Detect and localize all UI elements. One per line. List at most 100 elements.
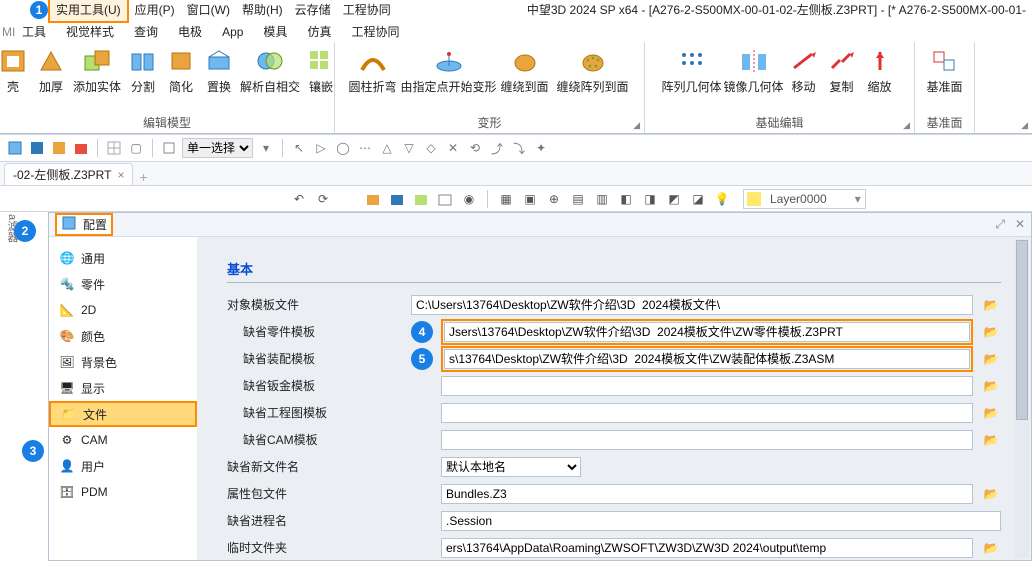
side-pdm[interactable]: 🗄PDM	[49, 479, 197, 505]
sel-newname[interactable]: 默认本地名	[441, 457, 581, 477]
close-icon[interactable]: ×	[117, 168, 124, 182]
select-mode-dropdown[interactable]: 单一选择	[182, 138, 253, 158]
menu2-electrode[interactable]: 电极	[168, 23, 212, 40]
tb4-i6[interactable]: ◧	[617, 190, 635, 208]
in-session[interactable]	[441, 511, 1001, 531]
side-part[interactable]: 🔩零件	[49, 271, 197, 297]
layer-caret-icon[interactable]: ▾	[851, 192, 865, 206]
panel-close-icon[interactable]: ✕	[1015, 217, 1025, 232]
side-file[interactable]: 📁文件	[49, 401, 197, 427]
group-expand-2[interactable]: ◢	[633, 120, 640, 131]
rbn-replace[interactable]: 置换	[203, 46, 235, 95]
side-2d[interactable]: 📐2D	[49, 297, 197, 323]
rbn-thicken[interactable]: 加厚	[35, 46, 67, 95]
tb3-box-icon[interactable]: ▢	[127, 139, 145, 157]
tb3-icon-4[interactable]	[72, 139, 90, 157]
tb4-cube-1[interactable]	[364, 190, 382, 208]
menu-eng-collab[interactable]: 工程协同	[337, 0, 397, 21]
browse-4[interactable]: 📂	[981, 376, 1001, 396]
menu-app[interactable]: 应用(P)	[129, 0, 181, 21]
rbn-move[interactable]: 移动	[788, 46, 820, 95]
rbn-datum-plane[interactable]: 基准面	[924, 46, 966, 95]
tb4-cube-3[interactable]	[412, 190, 430, 208]
menu-help[interactable]: 帮助(H)	[236, 0, 289, 21]
group-expand-1[interactable]: ◢	[1021, 120, 1028, 131]
tb4-sphere-icon[interactable]: ◉	[460, 190, 478, 208]
tb3-icon-3[interactable]	[50, 139, 68, 157]
in-bundle[interactable]	[441, 484, 973, 504]
side-color[interactable]: 🎨颜色	[49, 323, 197, 349]
tb3-dots-icon[interactable]: ⋯	[356, 139, 374, 157]
config-scrollbar[interactable]	[1015, 239, 1029, 558]
side-bgcolor[interactable]: 🖼背景色	[49, 349, 197, 375]
group-expand-3[interactable]: ◢	[903, 120, 910, 131]
in-def-sheetmetal[interactable]	[441, 376, 973, 396]
in-def-cam[interactable]	[441, 430, 973, 450]
rbn-split[interactable]: 分割	[127, 46, 159, 95]
menu2-eng-collab[interactable]: 工程协同	[341, 23, 409, 40]
browse-5[interactable]: 📂	[981, 403, 1001, 423]
menu2-sim[interactable]: 仿真	[297, 23, 341, 40]
in-obj-template[interactable]	[411, 295, 973, 315]
tb3-ring-icon[interactable]: ◯	[334, 139, 352, 157]
tb4-i9[interactable]: ◪	[689, 190, 707, 208]
tb3-ic-h[interactable]: ✦	[532, 139, 550, 157]
tb3-ic-b[interactable]: ▽	[400, 139, 418, 157]
new-tab-button[interactable]: +	[139, 169, 147, 185]
tb3-ic-f[interactable]: ⤴	[488, 139, 506, 157]
rbn-scale[interactable]: 缩放	[864, 46, 896, 95]
panel-expand-icon[interactable]: ⤢	[995, 217, 1005, 232]
menu2-tool[interactable]: 工具	[12, 23, 56, 40]
tb4-wire-icon[interactable]	[436, 190, 454, 208]
rbn-mirror-geom[interactable]: 镜像几何体	[726, 46, 782, 95]
tb3-icon-1[interactable]	[6, 139, 24, 157]
rbn-deform-from-point[interactable]: 由指定点开始变形	[403, 46, 495, 95]
tb3-grid-icon[interactable]	[105, 139, 123, 157]
in-def-drawing[interactable]	[441, 403, 973, 423]
menu-utilities[interactable]: 实用工具(U)	[48, 0, 129, 23]
side-general[interactable]: 🌐通用	[49, 245, 197, 271]
side-cam[interactable]: ⚙CAM	[49, 427, 197, 453]
menu2-visual-style[interactable]: 视觉样式	[56, 23, 124, 40]
rbn-wrap-array-to-face[interactable]: 缠绕阵列到面	[555, 46, 631, 95]
tb4-i5[interactable]: ▥	[593, 190, 611, 208]
tb4-i8[interactable]: ◩	[665, 190, 683, 208]
tb3-ic-a[interactable]: △	[378, 139, 396, 157]
in-temp[interactable]	[441, 538, 973, 558]
browse-10[interactable]: 📂	[981, 538, 1001, 558]
rbn-tessellate[interactable]: 镶嵌	[305, 46, 337, 95]
tb3-ic-d[interactable]: ✕	[444, 139, 462, 157]
tb4-cube-2[interactable]	[388, 190, 406, 208]
tb4-redo-icon[interactable]: ⟳	[314, 190, 332, 208]
scrollbar-thumb[interactable]	[1016, 240, 1028, 420]
tb3-dropdown-caret[interactable]: ▾	[257, 139, 275, 157]
browse-2[interactable]: 📂	[981, 322, 1001, 342]
menu-cloud[interactable]: 云存储	[289, 0, 337, 21]
browse-8[interactable]: 📂	[981, 484, 1001, 504]
rbn-copy[interactable]: 复制	[826, 46, 858, 95]
tb4-undo-icon[interactable]: ↶	[290, 190, 308, 208]
in-def-part[interactable]	[444, 322, 970, 342]
menu2-query[interactable]: 查询	[124, 23, 168, 40]
menu2-app[interactable]: App	[212, 25, 253, 39]
tb4-i1[interactable]: ▦	[497, 190, 515, 208]
rbn-pattern-geom[interactable]: 阵列几何体	[664, 46, 720, 95]
rbn-wrap-to-face[interactable]: 缠绕到面	[501, 46, 549, 95]
in-def-asm[interactable]	[444, 349, 970, 369]
menu-window[interactable]: 窗口(W)	[181, 0, 236, 21]
layer-selector[interactable]: Layer0000 ▾	[743, 189, 866, 209]
rbn-shell[interactable]: 壳	[0, 46, 29, 95]
tb3-ic-c[interactable]: ◇	[422, 139, 440, 157]
rbn-cyl-bend[interactable]: 圆柱折弯	[349, 46, 397, 95]
tb3-ic-e[interactable]: ⟲	[466, 139, 484, 157]
browse-3[interactable]: 📂	[981, 349, 1001, 369]
rbn-add-solid[interactable]: 添加实体	[73, 46, 121, 95]
tb4-i2[interactable]: ▣	[521, 190, 539, 208]
side-user[interactable]: 👤用户	[49, 453, 197, 479]
browse-6[interactable]: 📂	[981, 430, 1001, 450]
rbn-resolve-self-intersect[interactable]: 解析自相交	[241, 46, 299, 95]
tb3-cursor-icon[interactable]: ↖	[290, 139, 308, 157]
menu2-mold[interactable]: 模具	[253, 23, 297, 40]
tb4-bulb-icon[interactable]: 💡	[713, 190, 731, 208]
tb3-ic-g[interactable]: ⤵	[510, 139, 528, 157]
